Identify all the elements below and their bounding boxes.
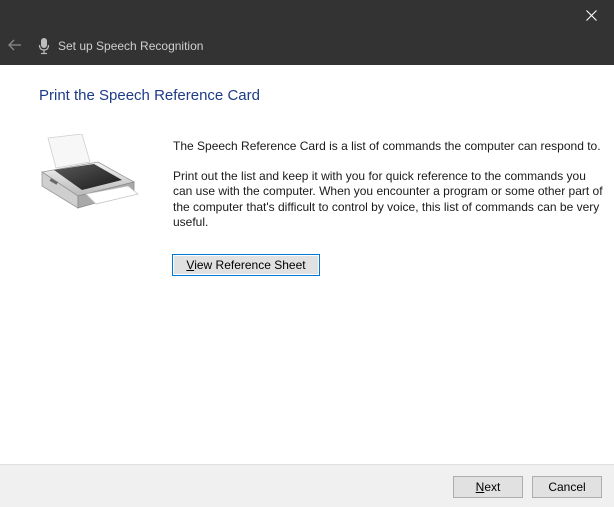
view-reference-sheet-button[interactable]: View Reference Sheet <box>172 254 320 276</box>
close-icon <box>585 9 597 21</box>
page-heading: Print the Speech Reference Card <box>39 87 260 104</box>
footer: Next Cancel <box>0 464 614 507</box>
printer-icon <box>40 134 139 209</box>
microphone-icon <box>38 38 50 55</box>
next-button[interactable]: Next <box>453 476 523 498</box>
paragraph-intro: The Speech Reference Card is a list of c… <box>173 139 601 153</box>
button-label: ext <box>484 480 501 494</box>
paragraph-details: Print out the list and keep it with you … <box>173 168 603 230</box>
back-button[interactable] <box>4 34 26 56</box>
title-bar: Set up Speech Recognition <box>0 0 614 65</box>
close-button[interactable] <box>568 0 614 30</box>
back-arrow-icon <box>8 39 21 51</box>
cancel-button[interactable]: Cancel <box>532 476 602 498</box>
description: The Speech Reference Card is a list of c… <box>173 139 603 245</box>
window-title: Set up Speech Recognition <box>58 39 204 53</box>
button-label: iew Reference Sheet <box>194 258 306 272</box>
